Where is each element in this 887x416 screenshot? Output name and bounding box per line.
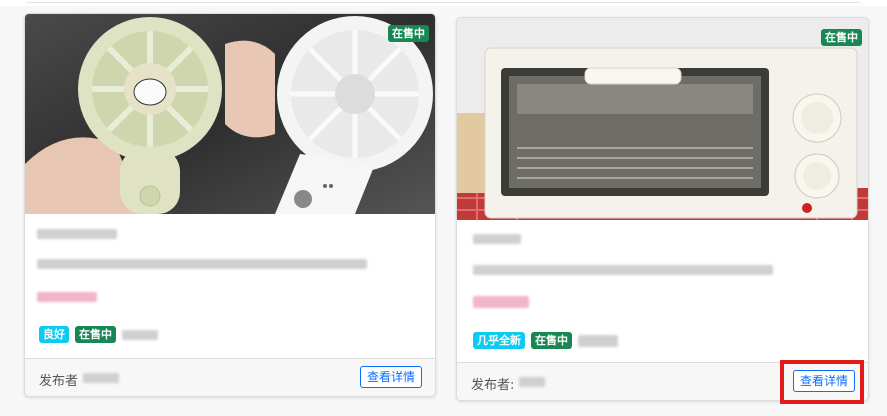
tag-row: 几乎全新 在售中 <box>473 332 618 349</box>
tag-row: 良好 在售中 <box>39 326 158 343</box>
product-description-redacted <box>473 265 773 275</box>
category-tag-redacted <box>122 329 158 340</box>
product-title-redacted <box>473 234 521 244</box>
sale-status-tag: 在售中 <box>75 326 116 343</box>
product-price-redacted <box>473 296 529 308</box>
category-tag-redacted <box>578 334 618 347</box>
divider <box>26 2 861 3</box>
product-image-oven[interactable]: 在售中 <box>457 18 868 220</box>
product-title-redacted <box>37 229 117 239</box>
view-details-button[interactable]: 查看详情 <box>359 366 422 388</box>
sale-status-tag: 在售中 <box>531 332 572 349</box>
condition-tag: 良好 <box>39 326 69 343</box>
poster-label: 发布者 <box>39 374 79 389</box>
product-image-fans[interactable]: 在售中 <box>25 14 435 214</box>
top-strip <box>0 0 887 6</box>
product-card-fans: 在售中 良好 在售中 发布者 查看详情 <box>24 13 436 397</box>
card-footer: 发布者 查看详情 <box>25 358 435 396</box>
status-badge: 在售中 <box>821 29 862 46</box>
fan-photo-illustration <box>25 14 435 214</box>
highlight-annotation-box <box>780 360 864 404</box>
poster-label: 发布者: <box>471 378 515 393</box>
poster-name-redacted <box>83 373 119 383</box>
status-badge: 在售中 <box>388 25 429 42</box>
condition-tag: 几乎全新 <box>473 332 525 349</box>
oven-photo-illustration <box>457 18 868 220</box>
product-card-oven: 在售中 几乎全新 在售中 发布者: 查看详情 <box>456 17 869 401</box>
product-description-redacted <box>37 259 367 269</box>
product-price-redacted <box>37 292 97 302</box>
poster-name-redacted <box>519 377 545 387</box>
